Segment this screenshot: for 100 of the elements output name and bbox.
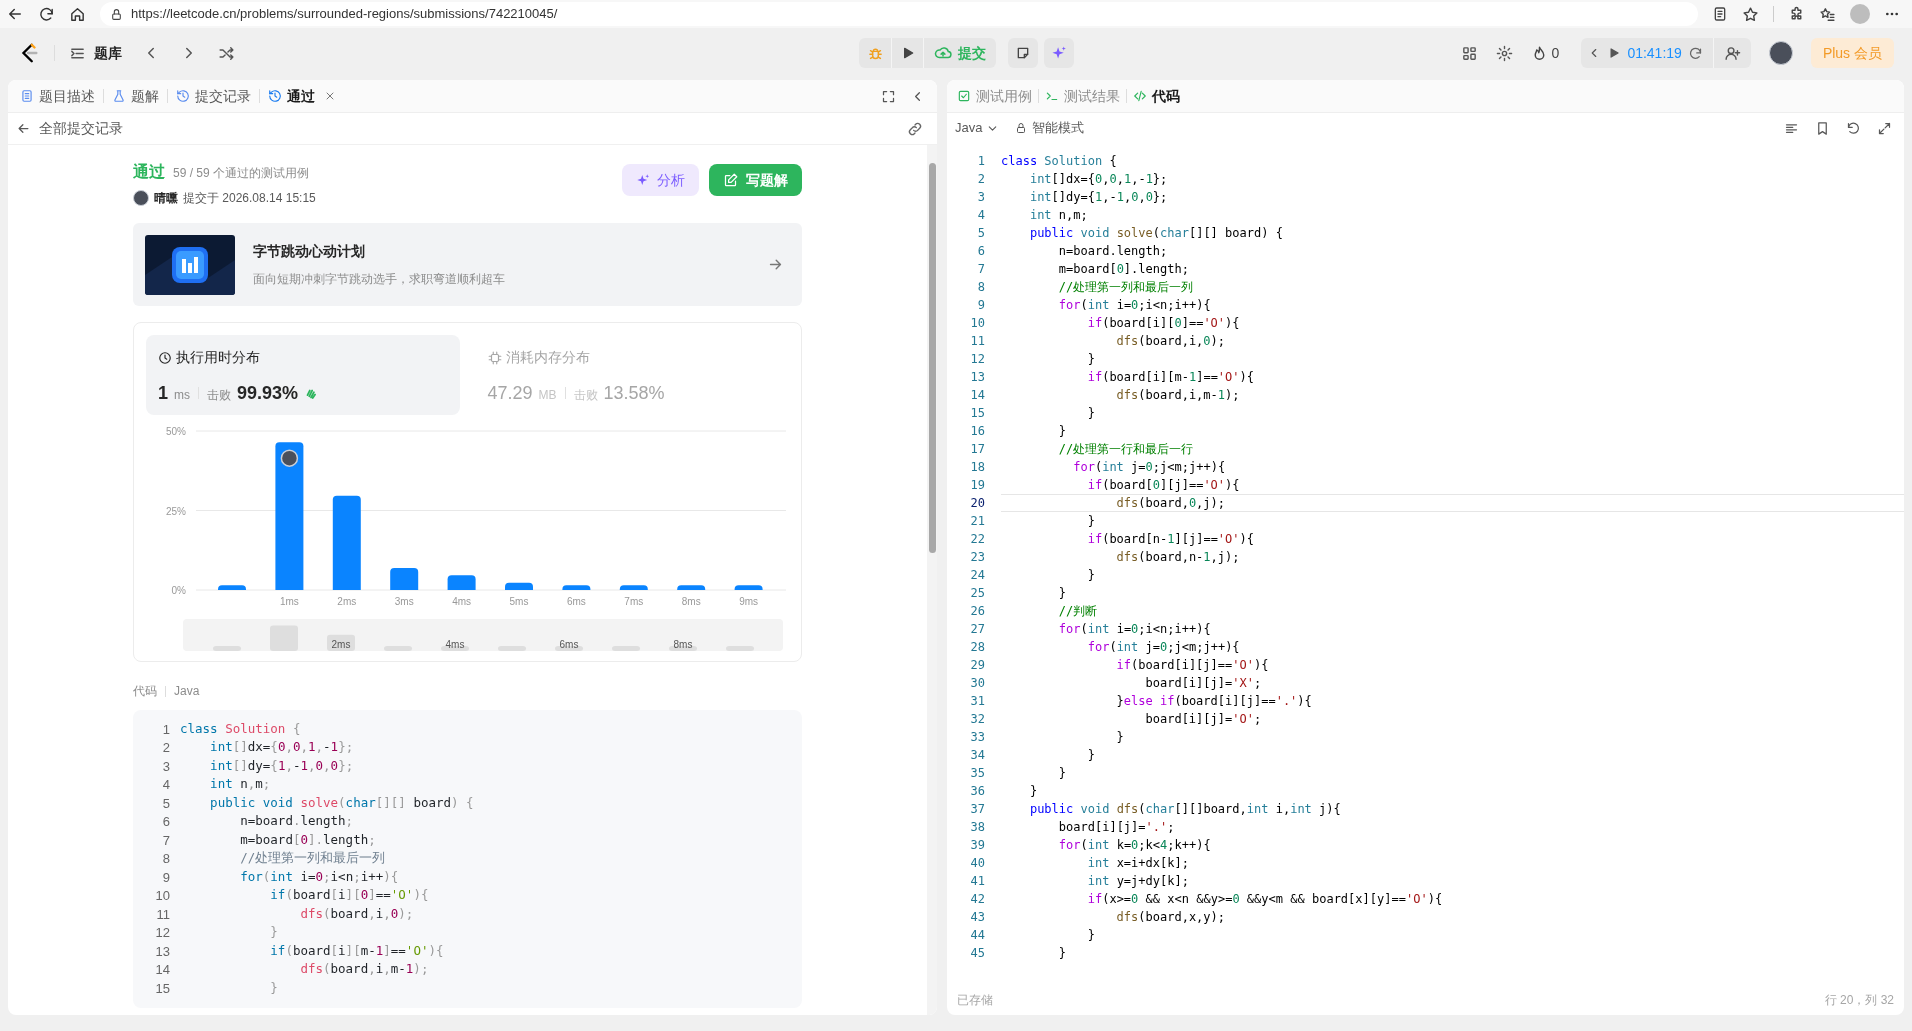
axis-label: 4ms: [452, 596, 472, 607]
tab[interactable]: 提交记录: [174, 85, 253, 107]
close-icon[interactable]: [324, 90, 336, 102]
code-line: int[]dy={1,-1,0,0};: [209, 756, 354, 775]
range-navigator[interactable]: 2ms 4ms 6ms 8ms: [183, 619, 783, 651]
code-line: }: [269, 923, 278, 942]
line-number: 29: [969, 657, 985, 674]
shuffle-icon[interactable]: [218, 44, 235, 62]
code-line: if(board[0][j]=='O'){: [1086, 477, 1241, 494]
beats-percent: 13.58%: [603, 382, 665, 405]
note-button[interactable]: [1008, 38, 1038, 68]
back-arrow-icon: [16, 121, 31, 136]
bar[interactable]: [390, 568, 419, 590]
code-icon: [1133, 89, 1147, 103]
favorites-icon[interactable]: [1819, 5, 1836, 23]
settings-icon[interactable]: [1495, 44, 1513, 62]
stat-tab[interactable]: 执行用时分布 1 ms 击败 99.93%: [146, 335, 460, 415]
code-line: }: [1057, 765, 1068, 782]
layout-icon[interactable]: [1460, 44, 1478, 62]
code-line: }else if(board[i][j]=='.'){: [1115, 693, 1313, 710]
tab[interactable]: 通过: [266, 85, 338, 107]
line-number: 25: [969, 585, 985, 602]
bar[interactable]: [332, 495, 361, 590]
code-line: m=board[0].length;: [1057, 261, 1190, 278]
lock-icon: [110, 7, 123, 21]
undo-icon[interactable]: [1846, 120, 1861, 136]
language-select[interactable]: Java: [955, 118, 1000, 138]
code-line: }: [1086, 567, 1096, 584]
line-number: 6: [161, 813, 170, 831]
code-line: board[i][j]='.';: [1057, 819, 1176, 836]
stat-label: 执行用时分布: [176, 348, 260, 367]
assistant-button[interactable]: [1044, 38, 1074, 68]
line-number: 30: [969, 675, 985, 692]
line-number: 1: [976, 153, 985, 170]
analyze-button[interactable]: 分析: [622, 164, 699, 196]
problem-bank-button[interactable]: 题库: [69, 42, 122, 64]
avatar: [280, 449, 299, 467]
axis-label: 50%: [166, 426, 186, 437]
checkbox-icon: [957, 89, 971, 103]
code-line: }: [1086, 351, 1096, 368]
cursor-position: 行 20，列 32: [1824, 992, 1894, 1009]
line-number: 1: [161, 720, 170, 739]
reload-icon[interactable]: [38, 5, 55, 23]
line-number: 10: [969, 315, 985, 332]
user-name[interactable]: 晴曛: [154, 189, 178, 207]
mode-label[interactable]: 智能模式: [1032, 118, 1085, 138]
code-line: }: [1086, 405, 1096, 422]
bar[interactable]: [734, 585, 763, 590]
line-number: 41: [969, 873, 985, 890]
bar[interactable]: [619, 585, 648, 590]
line-number: 3: [161, 757, 170, 776]
stat-value: 1: [158, 382, 168, 405]
code-line: int[]dx={0,0,1,-1};: [209, 738, 354, 757]
fullscreen-icon[interactable]: [881, 88, 896, 104]
note-icon: [1015, 45, 1031, 61]
code-line: dfs(board,i,m-1);: [299, 960, 429, 979]
reader-icon[interactable]: [1712, 6, 1728, 22]
maximize-icon[interactable]: [1877, 120, 1892, 136]
bar[interactable]: [275, 442, 304, 590]
home-icon[interactable]: [69, 5, 86, 23]
star-icon[interactable]: [1742, 5, 1759, 23]
tab[interactable]: 题解: [110, 85, 161, 107]
line-number: 11: [969, 333, 985, 350]
code-line: dfs(board,n-1,j);: [1115, 549, 1241, 566]
axis-label: 6ms: [566, 596, 586, 607]
address-bar[interactable]: https://leetcode.cn/problems/surrounded-regions/submissions/742210045/: [100, 2, 1698, 26]
code-line: public void solve(char[][] board) {: [209, 793, 474, 812]
streak-button[interactable]: 0: [1530, 42, 1560, 64]
scrollbar[interactable]: [927, 145, 937, 1015]
document-icon: [20, 89, 34, 103]
code-line: board[i][j]='X';: [1144, 675, 1263, 692]
line-number: 28: [969, 639, 985, 656]
all-submissions-link[interactable]: 全部提交记录: [16, 118, 123, 139]
line-number: 12: [969, 351, 985, 368]
promo-banner[interactable]: 字节跳动心动计划 面向短期冲刺字节跳动选手，求职弯道顺利超车: [133, 223, 802, 306]
code-line: int[]dx={0,0,1,-1};: [1028, 171, 1169, 188]
code-line: int n,m;: [1028, 207, 1089, 224]
test-cases-text: 59 / 59 个通过的测试用例: [173, 165, 310, 182]
bar[interactable]: [677, 585, 706, 590]
line-number: 37: [969, 801, 985, 818]
line-number: 21: [969, 513, 985, 530]
link-icon[interactable]: [907, 120, 923, 137]
line-number: 4: [161, 776, 170, 794]
avatar: [1768, 41, 1793, 65]
line-number: 32: [969, 711, 985, 728]
bar[interactable]: [218, 585, 246, 590]
reset-icon[interactable]: [1687, 45, 1703, 61]
axis-label: 2ms: [337, 596, 357, 607]
tab[interactable]: 代码: [1133, 85, 1180, 107]
chip-icon: [487, 350, 502, 365]
code-label: 代码: [133, 683, 157, 700]
bookmark-icon[interactable]: [1815, 120, 1830, 136]
tab[interactable]: 题目描述: [18, 85, 97, 107]
line-number: 19: [969, 477, 985, 494]
line-number: 9: [161, 868, 170, 887]
bar[interactable]: [562, 585, 591, 590]
invite-icon[interactable]: [1723, 44, 1741, 62]
code-line: if(board[i][m-1]=='O'){: [1086, 369, 1255, 386]
bar[interactable]: [505, 582, 533, 590]
line-number: 7: [976, 261, 985, 278]
